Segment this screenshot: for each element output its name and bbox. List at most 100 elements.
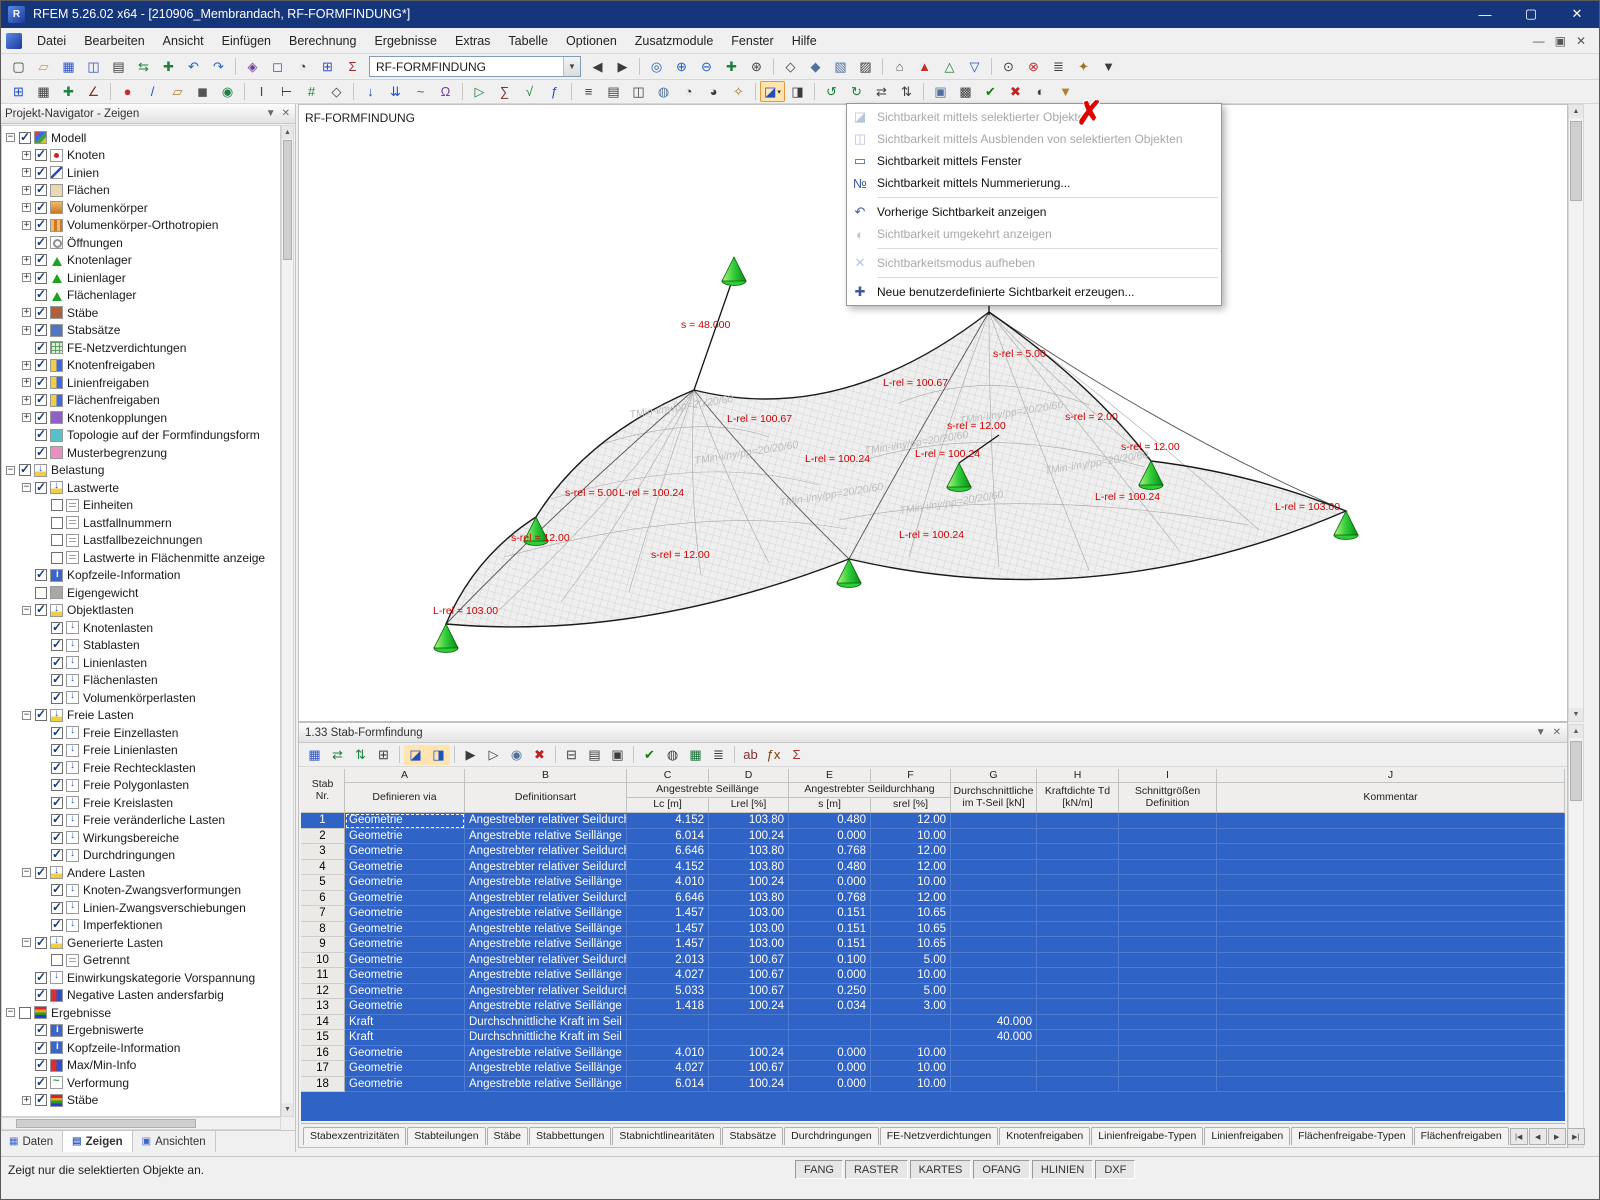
- table-list-icon[interactable]: ≣: [707, 745, 730, 765]
- menu-item[interactable]: Berechnung: [280, 30, 365, 52]
- cell-kraft[interactable]: [951, 813, 1037, 829]
- next-loadcase-icon[interactable]: ▶: [610, 56, 635, 77]
- visibility-checkbox[interactable]: [35, 392, 47, 407]
- new-file-icon[interactable]: ▢: [6, 56, 31, 77]
- tree-item[interactable]: − Generierte Lasten: [2, 934, 280, 952]
- menu-item[interactable]: Hilfe: [783, 30, 826, 52]
- cell-kraft[interactable]: [951, 828, 1037, 844]
- menu-item[interactable]: Optionen: [557, 30, 626, 52]
- table-tab[interactable]: Stabexzentrizitäten: [303, 1127, 407, 1145]
- tree-item[interactable]: Knoten-Zwangsverformungen: [2, 882, 280, 900]
- cell-kommentar[interactable]: [1217, 952, 1565, 968]
- cell-definitionsart[interactable]: Angestrebte relative Seillänge: [465, 968, 627, 984]
- visibility-checkbox[interactable]: [51, 777, 63, 792]
- context-menu-item[interactable]: ▭ Sichtbarkeit mittels Fenster: [847, 150, 1221, 172]
- cell-lrel[interactable]: 100.24: [709, 828, 789, 844]
- cell-kraft[interactable]: [951, 937, 1037, 953]
- delete-row-icon[interactable]: ✖: [528, 745, 551, 765]
- cell-kraftdichte[interactable]: [1037, 999, 1119, 1015]
- tree-item[interactable]: Volumenkörperlasten: [2, 689, 280, 707]
- formula-icon[interactable]: ƒx: [762, 745, 785, 765]
- cell-definieren-via[interactable]: Geometrie: [345, 952, 465, 968]
- tree-item[interactable]: Lastwerte in Flächenmitte anzeige: [2, 549, 280, 567]
- cell-s[interactable]: 0.151: [789, 937, 871, 953]
- combobox-dropdown-icon[interactable]: ▼: [563, 57, 580, 76]
- cell-lrel[interactable]: 100.24: [709, 1076, 789, 1092]
- scroll-up-icon[interactable]: ▲: [282, 126, 293, 139]
- cell-definitionsart[interactable]: Angestrebte relative Seillänge: [465, 1061, 627, 1077]
- tree-item[interactable]: Linien-Zwangsverschiebungen: [2, 899, 280, 917]
- scroll-down-icon[interactable]: ▼: [282, 1103, 293, 1116]
- column-letter[interactable]: G: [951, 769, 1037, 783]
- visibility-checkbox[interactable]: [51, 882, 63, 897]
- visibility-checkbox[interactable]: [35, 147, 47, 162]
- cell-kraft[interactable]: [951, 1045, 1037, 1061]
- cell-s[interactable]: 0.151: [789, 906, 871, 922]
- cell-lc[interactable]: 2.013: [627, 952, 709, 968]
- cell-definitionsart[interactable]: Angestrebte relative Seillänge: [465, 828, 627, 844]
- view-z-icon[interactable]: ▽: [962, 56, 987, 77]
- menu-item[interactable]: Fenster: [722, 30, 782, 52]
- tree-item[interactable]: Freie Einzellasten: [2, 724, 280, 742]
- visibility-checkbox[interactable]: [19, 1006, 31, 1019]
- row-number[interactable]: 9: [301, 937, 345, 953]
- scroll-up-icon[interactable]: ▲: [1569, 105, 1583, 118]
- row-number[interactable]: 4: [301, 859, 345, 875]
- cell-definitionsart[interactable]: Angestrebte relative Seillänge: [465, 937, 627, 953]
- cell-schnittgroessen[interactable]: [1119, 921, 1217, 937]
- cell-lc[interactable]: 1.418: [627, 999, 709, 1015]
- cell-kommentar[interactable]: [1217, 937, 1565, 953]
- add-icon[interactable]: ✚: [156, 56, 181, 77]
- jump-end-icon[interactable]: ▷: [482, 745, 505, 765]
- visibility-checkbox[interactable]: [35, 1075, 47, 1089]
- cell-definieren-via[interactable]: Geometrie: [345, 1045, 465, 1061]
- tree-item[interactable]: + Knoten: [2, 147, 280, 165]
- cell-srel[interactable]: 10.00: [871, 1045, 951, 1061]
- visibility-checkbox[interactable]: [35, 182, 47, 197]
- run-calculation-icon[interactable]: ▷: [467, 81, 492, 102]
- row-number[interactable]: 15: [301, 1030, 345, 1046]
- transfer-icon[interactable]: ⇆: [131, 56, 156, 77]
- expand-toggle-icon[interactable]: +: [22, 203, 31, 213]
- menu-item[interactable]: Bearbeiten: [75, 30, 153, 52]
- cell-definieren-via[interactable]: Geometrie: [345, 999, 465, 1015]
- tree-item[interactable]: − Ergebnisse: [2, 1004, 280, 1022]
- visibility-checkbox[interactable]: [51, 551, 63, 564]
- cell-srel[interactable]: 5.00: [871, 952, 951, 968]
- visibility-checkbox[interactable]: [35, 287, 47, 302]
- cell-lrel[interactable]: 100.24: [709, 999, 789, 1015]
- table-row[interactable]: 10 Geometrie Angestrebter relativer Seildu…: [301, 952, 1565, 968]
- cell-schnittgroessen[interactable]: [1119, 1045, 1217, 1061]
- table-tab[interactable]: Linienfreigabe-Typen: [1091, 1127, 1204, 1145]
- visibility-checkbox[interactable]: [51, 534, 63, 547]
- cell-srel[interactable]: 10.00: [871, 1061, 951, 1077]
- next-view-icon[interactable]: ↻: [844, 81, 869, 102]
- cell-kraftdichte[interactable]: [1037, 983, 1119, 999]
- cell-lrel[interactable]: 100.67: [709, 983, 789, 999]
- cell-kraftdichte[interactable]: [1037, 1045, 1119, 1061]
- visibility-checkbox[interactable]: [35, 586, 47, 599]
- visibility-checkbox[interactable]: [51, 690, 63, 704]
- crosshair-icon[interactable]: ✚: [56, 81, 81, 102]
- row-number[interactable]: 10: [301, 952, 345, 968]
- tree-item[interactable]: Einheiten: [2, 497, 280, 515]
- print-icon[interactable]: ▤: [106, 56, 131, 77]
- display-options-icon[interactable]: ◍: [651, 81, 676, 102]
- tree-item[interactable]: − Objektlasten: [2, 602, 280, 620]
- cell-definitionsart[interactable]: Angestrebte relative Seillänge: [465, 875, 627, 891]
- cell-kraft[interactable]: [951, 890, 1037, 906]
- context-menu-item[interactable]: ✚ Neue benutzerdefinierte Sichtbarkeit er…: [847, 281, 1221, 303]
- visibility-checkbox[interactable]: [51, 795, 63, 809]
- cell-definitionsart[interactable]: Angestrebter relativer Seildurchh: [465, 952, 627, 968]
- menu-item[interactable]: Ergebnisse: [365, 30, 446, 52]
- surface-tool-icon[interactable]: ▱: [165, 81, 190, 102]
- column-letter[interactable]: F: [871, 769, 951, 783]
- cell-kommentar[interactable]: [1217, 813, 1565, 829]
- visibility-checkbox[interactable]: [51, 655, 63, 669]
- cell-srel[interactable]: 12.00: [871, 890, 951, 906]
- table-tab[interactable]: Linienfreigaben: [1204, 1127, 1291, 1145]
- table-row[interactable]: 6 Geometrie Angestrebter relativer Seildur…: [301, 890, 1565, 906]
- cell-srel[interactable]: 12.00: [871, 844, 951, 860]
- tab-nav-button[interactable]: ▶: [1547, 1128, 1566, 1145]
- cell-kommentar[interactable]: [1217, 1076, 1565, 1092]
